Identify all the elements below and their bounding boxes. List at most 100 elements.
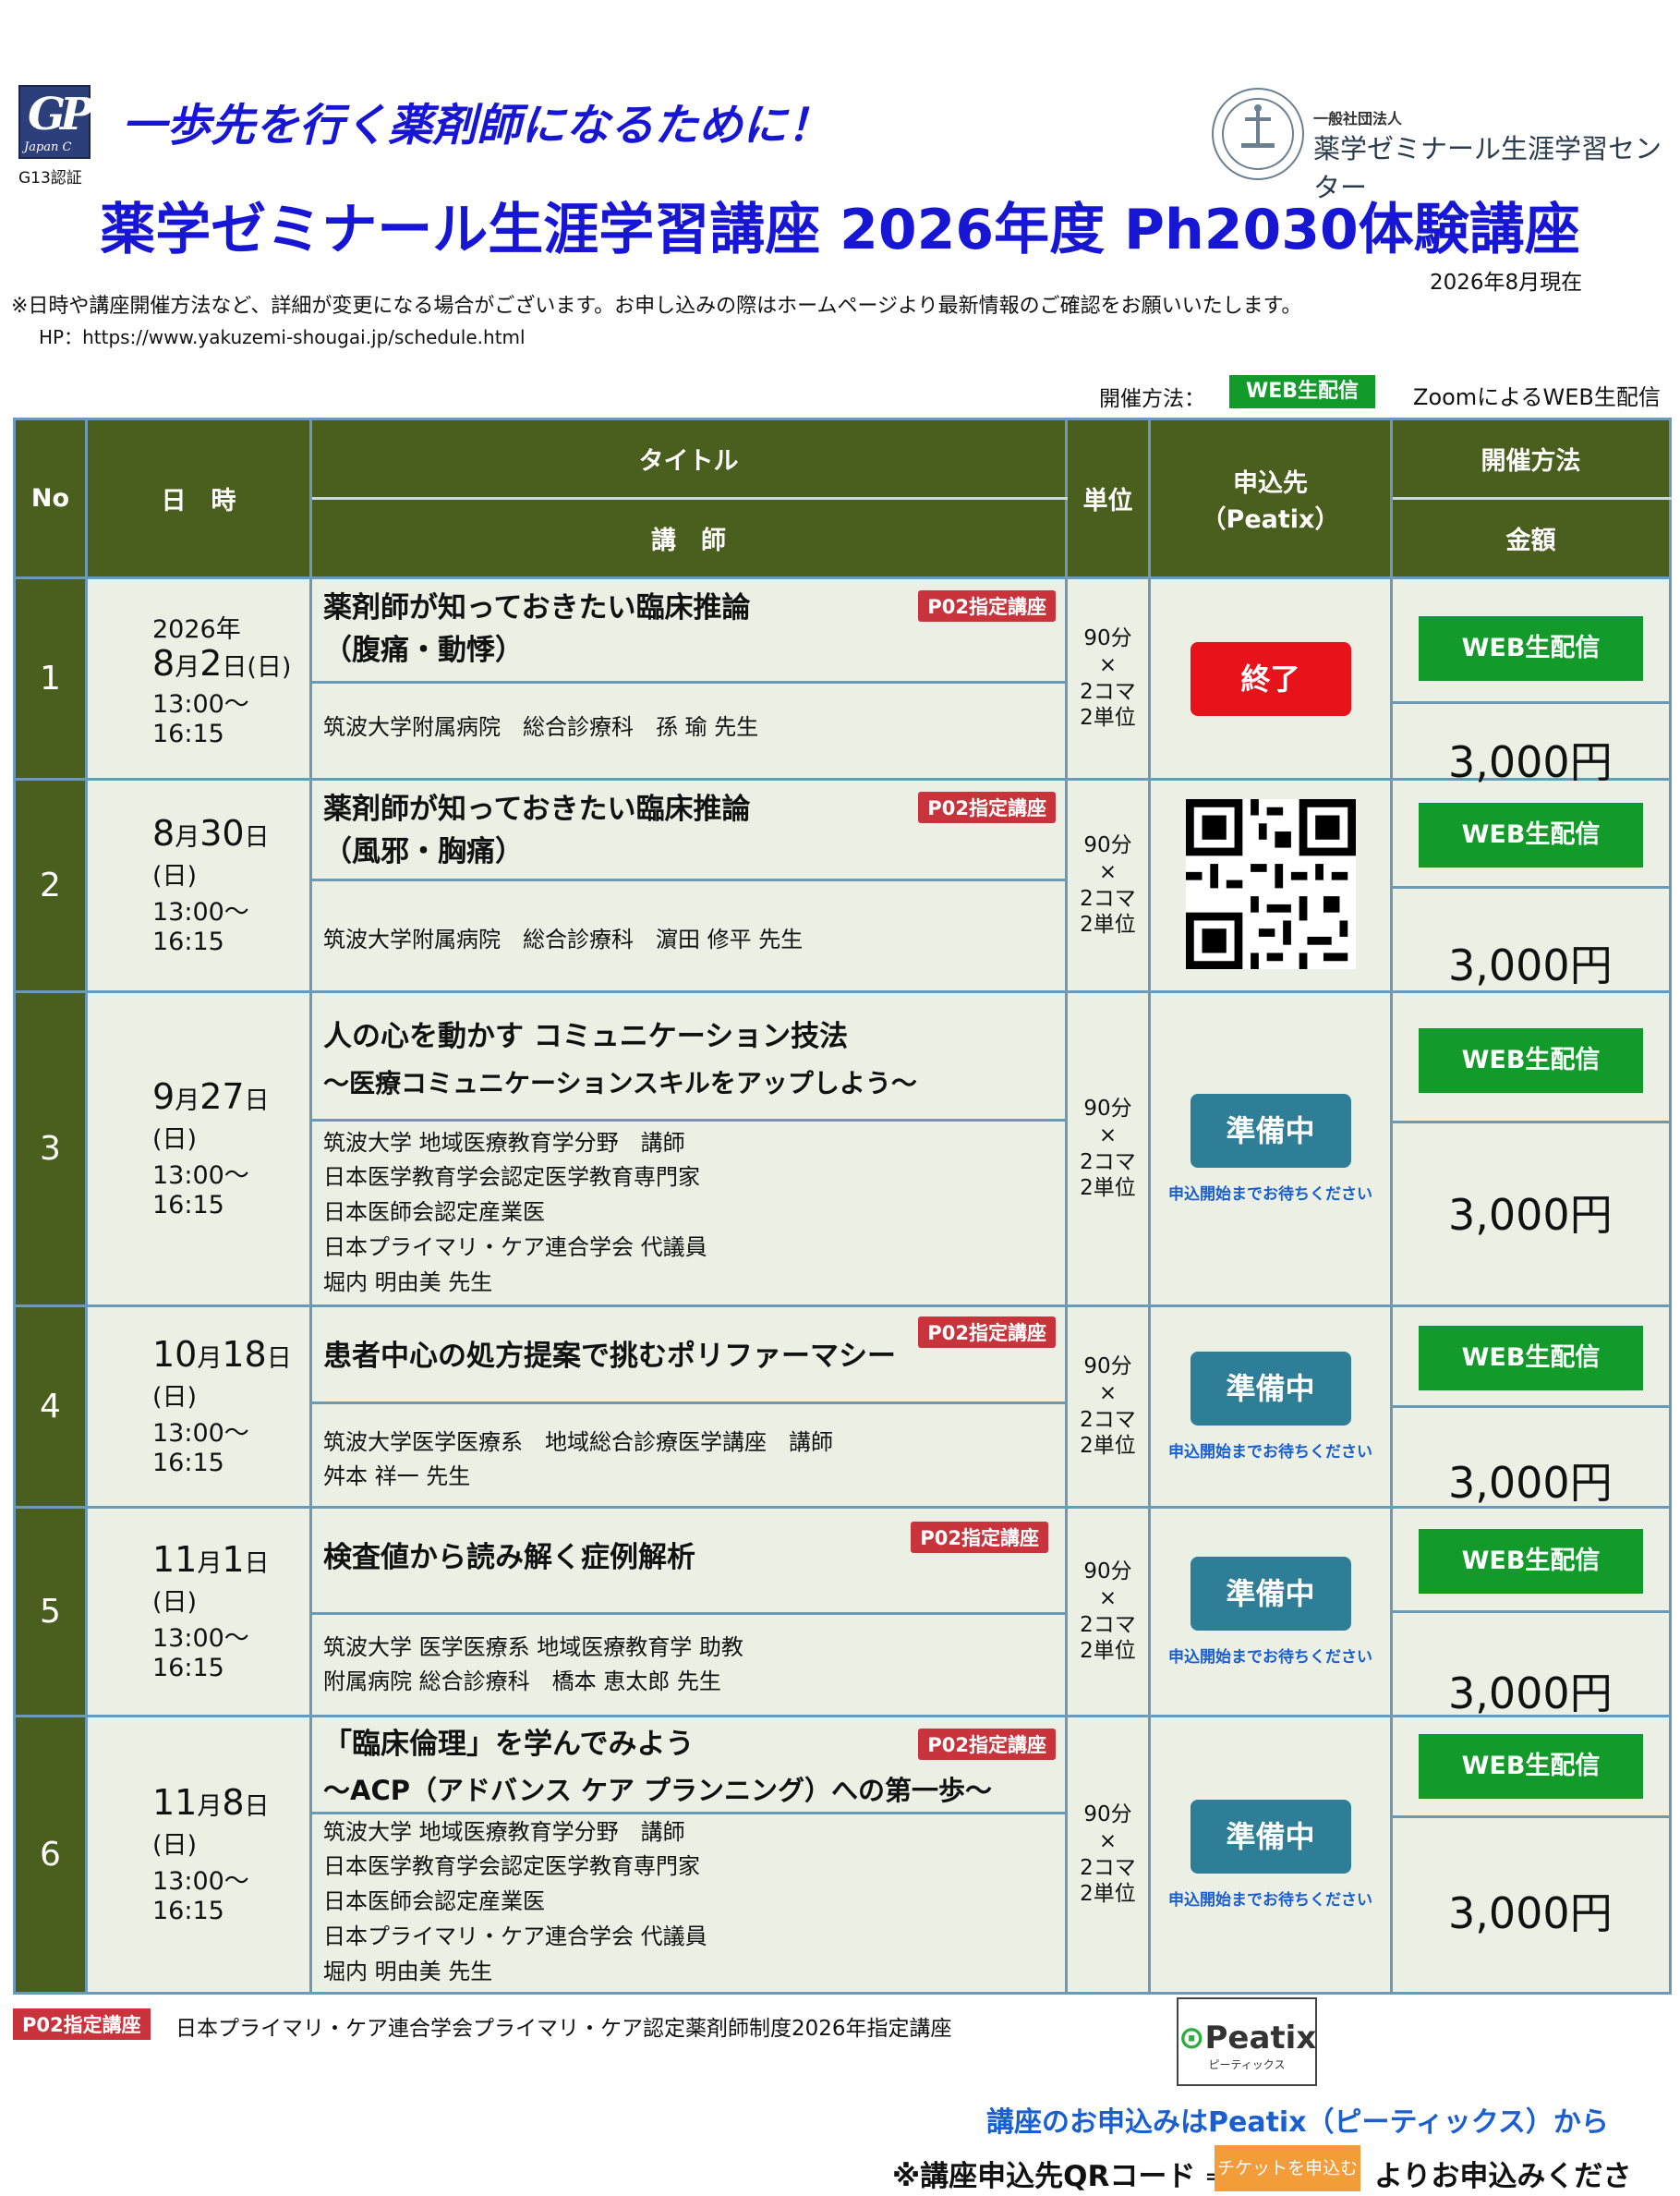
p02-badge: P02指定講座 (918, 1728, 1056, 1760)
footer-p02-badge: P02指定講座 (13, 2008, 151, 2040)
unit-times: × (1098, 652, 1118, 677)
unit-credits: 2単位 (1080, 1639, 1136, 1664)
row-apply: 準備中 申込開始までお待ちください (1148, 1715, 1393, 1995)
row-lecturer: 舛本 祥一 先生 (323, 1463, 471, 1490)
row-time: 13:00～16:15 (152, 1867, 249, 1926)
header-title: タイトル (309, 418, 1068, 500)
unit-minutes: 90分 (1083, 1802, 1132, 1826)
row-price: 3,000円 (1448, 1189, 1613, 1240)
unit-minutes: 90分 (1083, 833, 1132, 857)
row-lecturer: 日本医学教育学会認定医学教育専門家 (323, 1853, 700, 1880)
qr-code-icon[interactable] (1185, 798, 1356, 969)
row-title-cell: 「臨床倫理」を学んでみよう P02指定講座 ～ACP（アドバンス ケア プランニ… (309, 1715, 1068, 1995)
row-day: 30 (199, 812, 245, 854)
peatix-logo[interactable]: ⊙Peatix ピーティックス (1177, 1997, 1317, 2086)
row-lecturer-block: 筑波大学 地域医療教育学分野 講師 日本医学教育学会認定医学教育専門家 日本医師… (323, 1815, 707, 1991)
row-day: 2 (199, 643, 223, 685)
row-day: 18 (222, 1333, 267, 1375)
preparing-button[interactable]: 準備中 (1190, 1557, 1351, 1631)
row-unit: 90分 × 2コマ 2単位 (1065, 576, 1151, 781)
unit-times: × (1098, 1122, 1118, 1147)
row-lecturer: 堀内 明由美 先生 (323, 1269, 493, 1296)
row-lecturer-block: 筑波大学 医学医療系 地域医療教育学 助教 附属病院 総合診療科 橋本 恵太郎 … (323, 1631, 743, 1701)
row-lecturer: 日本プライマリ・ケア連合学会 代議員 (323, 1923, 707, 1950)
ticket-apply-button[interactable]: チケットを申込む (1215, 2145, 1360, 2191)
footer-p02-text: 日本プライマリ・ケア連合学会プライマリ・ケア認定薬剤師制度2026年指定講座 (175, 2017, 952, 2041)
preparing-note: 申込開始までお待ちください (1168, 1185, 1372, 1204)
p02-badge: P02指定講座 (918, 791, 1056, 823)
peatix-logo-text: Peatix (1204, 2020, 1317, 2056)
row-apply: 準備中 申込開始までお待ちください (1148, 1506, 1393, 1717)
row-no: 5 (13, 1506, 88, 1717)
p02-badge: P02指定講座 (911, 1521, 1048, 1553)
method-legend-text: ZoomによるWEB生配信 (1413, 384, 1661, 410)
row-price: 3,000円 (1448, 1457, 1613, 1508)
preparing-button[interactable]: 準備中 (1190, 1800, 1351, 1874)
header-lecturer: 講 師 (309, 497, 1068, 579)
row-lecturer: 日本医師会認定産業医 (323, 1199, 545, 1226)
row-title: 患者中心の処方提案で挑むポリファーマシー (323, 1339, 896, 1373)
row-month: 9 (152, 1075, 175, 1117)
p02-badge: P02指定講座 (918, 1316, 1056, 1348)
row-date: 9月27日(日) 13:00～16:15 (85, 990, 312, 1307)
method-legend-badge: WEB生配信 (1229, 375, 1375, 408)
header-apply: 申込先 （Peatix） (1148, 418, 1393, 579)
row-lecturer: 日本医師会認定産業医 (323, 1888, 545, 1915)
row-weekday: (日) (152, 861, 198, 891)
unit-times: × (1098, 1380, 1118, 1405)
unit-sessions: 2コマ (1080, 679, 1136, 704)
unit-credits: 2単位 (1080, 706, 1136, 731)
row-no: 6 (13, 1715, 88, 1995)
row-date-main: 8月30日(日) (152, 812, 270, 891)
row-title-cell: P02指定講座 患者中心の処方提案で挑むポリファーマシー 筑波大学医学医療系 地… (309, 1304, 1068, 1509)
row-lecturer: 日本プライマリ・ケア連合学会 代議員 (323, 1234, 707, 1261)
unit-times: × (1098, 1585, 1118, 1610)
row-method-cell: WEB生配信 3,000円 (1390, 1304, 1672, 1509)
row-unit: 90分 × 2コマ 2単位 (1065, 990, 1151, 1307)
row-month: 11 (152, 1781, 198, 1823)
row-date: 11月1日(日) 13:00～16:15 (85, 1506, 312, 1717)
web-live-badge: WEB生配信 (1419, 1325, 1643, 1390)
preparing-button[interactable]: 準備中 (1190, 1352, 1351, 1426)
header-no: No (13, 418, 88, 579)
row-lecturer: 附属病院 総合診療科 橋本 恵太郎 先生 (323, 1668, 721, 1695)
web-live-badge: WEB生配信 (1419, 1027, 1643, 1093)
row-title: 人の心を動かす コミュニケーション技法 (323, 1019, 849, 1053)
preparing-button[interactable]: 準備中 (1190, 1094, 1351, 1168)
row-lecturer: 筑波大学医学医療系 地域総合診療医学講座 講師 (323, 1428, 833, 1455)
unit-credits: 2単位 (1080, 1176, 1136, 1201)
row-weekday: (日) (152, 1124, 198, 1154)
row-date: 11月8日(日) 13:00～16:15 (85, 1715, 312, 1995)
table-row: 2 8月30日(日) 13:00～16:15 薬剤師が知っておきたい臨床推論 （… (13, 778, 1672, 993)
row-apply (1148, 778, 1393, 993)
p02-badge: P02指定講座 (918, 589, 1056, 622)
row-unit: 90分 × 2コマ 2単位 (1065, 1304, 1151, 1509)
row-lecturer-block: 筑波大学医学医療系 地域総合診療医学講座 講師 舛本 祥一 先生 (323, 1426, 833, 1496)
row-unit: 90分 × 2コマ 2単位 (1065, 1506, 1151, 1717)
row-unit: 90分 × 2コマ 2単位 (1065, 778, 1151, 993)
row-title: 検査値から読み解く症例解析 (323, 1540, 695, 1574)
table-row: 4 10月18日(日) 13:00～16:15 P02指定講座 患者中心の処方提… (13, 1304, 1672, 1509)
row-lecturer: 筑波大学 地域医療教育学分野 講師 (323, 1818, 685, 1845)
row-date-main: 9月27日(日) (152, 1075, 270, 1154)
row-lecturer: 筑波大学 地域医療教育学分野 講師 (323, 1129, 685, 1156)
row-month: 10 (152, 1333, 198, 1375)
row-month: 8 (152, 643, 175, 685)
unit-minutes: 90分 (1083, 626, 1132, 650)
row-title-cell: 人の心を動かす コミュニケーション技法 ～医療コミュニケーションスキルをアップし… (309, 990, 1068, 1307)
row-time: 13:00～16:15 (152, 898, 249, 957)
ended-button[interactable]: 終了 (1190, 641, 1351, 716)
apply-note: 講座のお申込みはPeatix（ピーティックス）から (986, 2106, 1609, 2139)
unit-times: × (1098, 1828, 1118, 1853)
homepage-link[interactable]: HP：https://www.yakuzemi-shougai.jp/sched… (39, 322, 526, 349)
unit-minutes: 90分 (1083, 1097, 1132, 1121)
peatix-mark-icon: ⊙ (1178, 2020, 1205, 2056)
unit-minutes: 90分 (1083, 1354, 1132, 1378)
row-price: 3,000円 (1448, 1668, 1613, 1718)
row-title-cell: 薬剤師が知っておきたい臨床推論 （腹痛・動悸） P02指定講座 筑波大学附属病院… (309, 576, 1068, 781)
row-lecturer: 堀内 明由美 先生 (323, 1959, 493, 1985)
row-no: 2 (13, 778, 88, 993)
row-title-cell: 薬剤師が知っておきたい臨床推論 （風邪・胸痛） P02指定講座 筑波大学附属病院… (309, 778, 1068, 993)
row-day: 1 (222, 1538, 245, 1580)
web-live-badge: WEB生配信 (1419, 1733, 1643, 1799)
